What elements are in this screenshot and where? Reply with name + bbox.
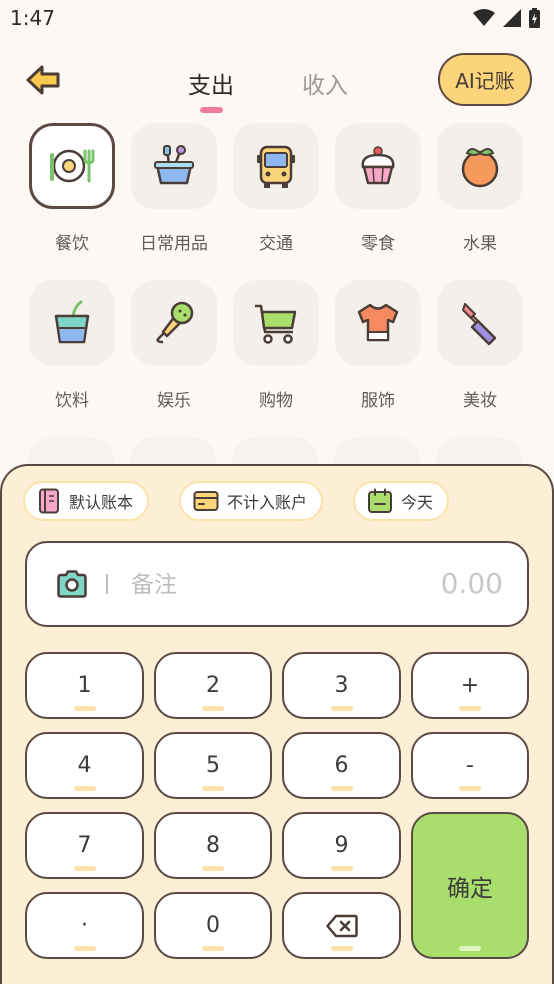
amount-display: 0.00	[440, 567, 503, 600]
key-label: -	[466, 753, 474, 778]
key-label: ·	[81, 913, 88, 938]
fruit-icon	[461, 148, 499, 188]
category-label: 餐饮	[55, 234, 89, 254]
dining-icon	[50, 149, 95, 183]
tab-expense[interactable]: 支出	[188, 66, 234, 100]
category-icon-box	[233, 280, 319, 366]
category-label: 日常用品	[140, 234, 208, 254]
key-7[interactable]: 7	[25, 812, 144, 879]
category-clothing[interactable]: 服饰	[334, 280, 422, 411]
category-label: 购物	[259, 391, 293, 411]
key-0[interactable]: 0	[154, 892, 272, 959]
key-label: 5	[206, 753, 220, 778]
category-icon-box	[437, 280, 523, 366]
text-caret	[106, 574, 108, 594]
active-tab-indicator	[200, 107, 223, 113]
category-daily-goods[interactable]: 日常用品	[130, 123, 218, 254]
key-label: 6	[334, 753, 349, 778]
battery-icon	[529, 8, 540, 28]
shopping-cart-icon	[255, 304, 297, 344]
key-plus[interactable]: +	[411, 652, 529, 719]
back-arrow-icon	[26, 65, 60, 95]
note-input[interactable]	[131, 565, 371, 605]
key-label: 1	[77, 673, 92, 698]
category-label: 水果	[463, 234, 497, 254]
lipstick-icon	[462, 303, 497, 346]
confirm-label: 确定	[447, 875, 493, 902]
category-label: 服饰	[361, 391, 395, 411]
category-icon-box	[131, 280, 217, 366]
wifi-icon	[473, 9, 495, 26]
category-dining[interactable]: 餐饮	[28, 123, 116, 254]
category-label: 饮料	[55, 391, 89, 411]
key-2[interactable]: 2	[154, 652, 272, 719]
key-8[interactable]: 8	[154, 812, 272, 879]
date-chip[interactable]: 今天	[353, 481, 450, 521]
category-icon-box	[29, 123, 115, 209]
category-snacks[interactable]: 零食	[334, 123, 422, 254]
category-label: 零食	[361, 234, 395, 254]
category-fruit[interactable]: 水果	[436, 123, 524, 254]
key-label: 3	[334, 673, 349, 698]
daily-goods-icon	[154, 145, 194, 185]
type-tabs: 支出 收入	[160, 60, 400, 120]
key-label: 7	[77, 833, 92, 858]
key-3[interactable]: 3	[282, 652, 401, 719]
key-decimal[interactable]: ·	[25, 892, 144, 959]
ledger-chip-label: 默认账本	[69, 493, 134, 512]
category-icon-box	[335, 123, 421, 209]
book-icon	[39, 488, 59, 514]
camera-icon[interactable]	[57, 570, 87, 598]
category-transport[interactable]: 交通	[232, 123, 320, 254]
category-label: 美妆	[463, 391, 497, 411]
backspace-icon	[325, 914, 358, 937]
account-chip[interactable]: 不计入账户	[179, 481, 324, 521]
key-6[interactable]: 6	[282, 732, 401, 799]
wallet-icon	[193, 491, 219, 511]
category-entertainment[interactable]: 娱乐	[130, 280, 218, 411]
category-beauty[interactable]: 美妆	[436, 280, 524, 411]
cupcake-icon	[361, 146, 395, 185]
category-label: 娱乐	[157, 391, 191, 411]
category-icon-box	[29, 280, 115, 366]
clothing-icon	[357, 303, 399, 342]
key-minus[interactable]: -	[411, 732, 529, 799]
ledger-chip[interactable]: 默认账本	[23, 481, 150, 521]
key-label: 9	[334, 833, 349, 858]
key-label: 4	[77, 753, 92, 778]
hidden-category-row	[28, 437, 528, 467]
tab-income[interactable]: 收入	[302, 66, 348, 100]
key-9[interactable]: 9	[282, 812, 401, 879]
category-icon-box	[233, 123, 319, 209]
bus-icon	[257, 145, 295, 188]
status-icons	[473, 8, 540, 28]
category-label: 交通	[259, 234, 293, 254]
microphone-icon	[156, 301, 194, 344]
key-5[interactable]: 5	[154, 732, 272, 799]
signal-icon	[503, 9, 521, 27]
status-bar: 1:47	[0, 0, 554, 40]
status-time: 1:47	[10, 6, 55, 30]
key-label: 2	[206, 673, 220, 698]
ai-bookkeeping-button[interactable]: AI记账	[438, 53, 532, 106]
category-drinks[interactable]: 饮料	[28, 280, 116, 411]
key-label: 0	[206, 913, 220, 938]
key-backspace[interactable]	[282, 892, 401, 959]
note-amount-field[interactable]: 0.00	[25, 541, 529, 627]
date-chip-label: 今天	[401, 493, 434, 512]
key-label: 8	[206, 833, 220, 858]
category-shopping[interactable]: 购物	[232, 280, 320, 411]
category-icon-box	[131, 123, 217, 209]
key-4[interactable]: 4	[25, 732, 144, 799]
account-chip-label: 不计入账户	[227, 493, 308, 512]
key-label: +	[460, 673, 480, 698]
confirm-button[interactable]: 确定	[411, 812, 529, 959]
drink-icon	[54, 300, 90, 344]
back-button[interactable]	[24, 62, 64, 98]
calendar-icon	[368, 488, 392, 513]
category-icon-box	[437, 123, 523, 209]
key-1[interactable]: 1	[25, 652, 144, 719]
category-icon-box	[335, 280, 421, 366]
